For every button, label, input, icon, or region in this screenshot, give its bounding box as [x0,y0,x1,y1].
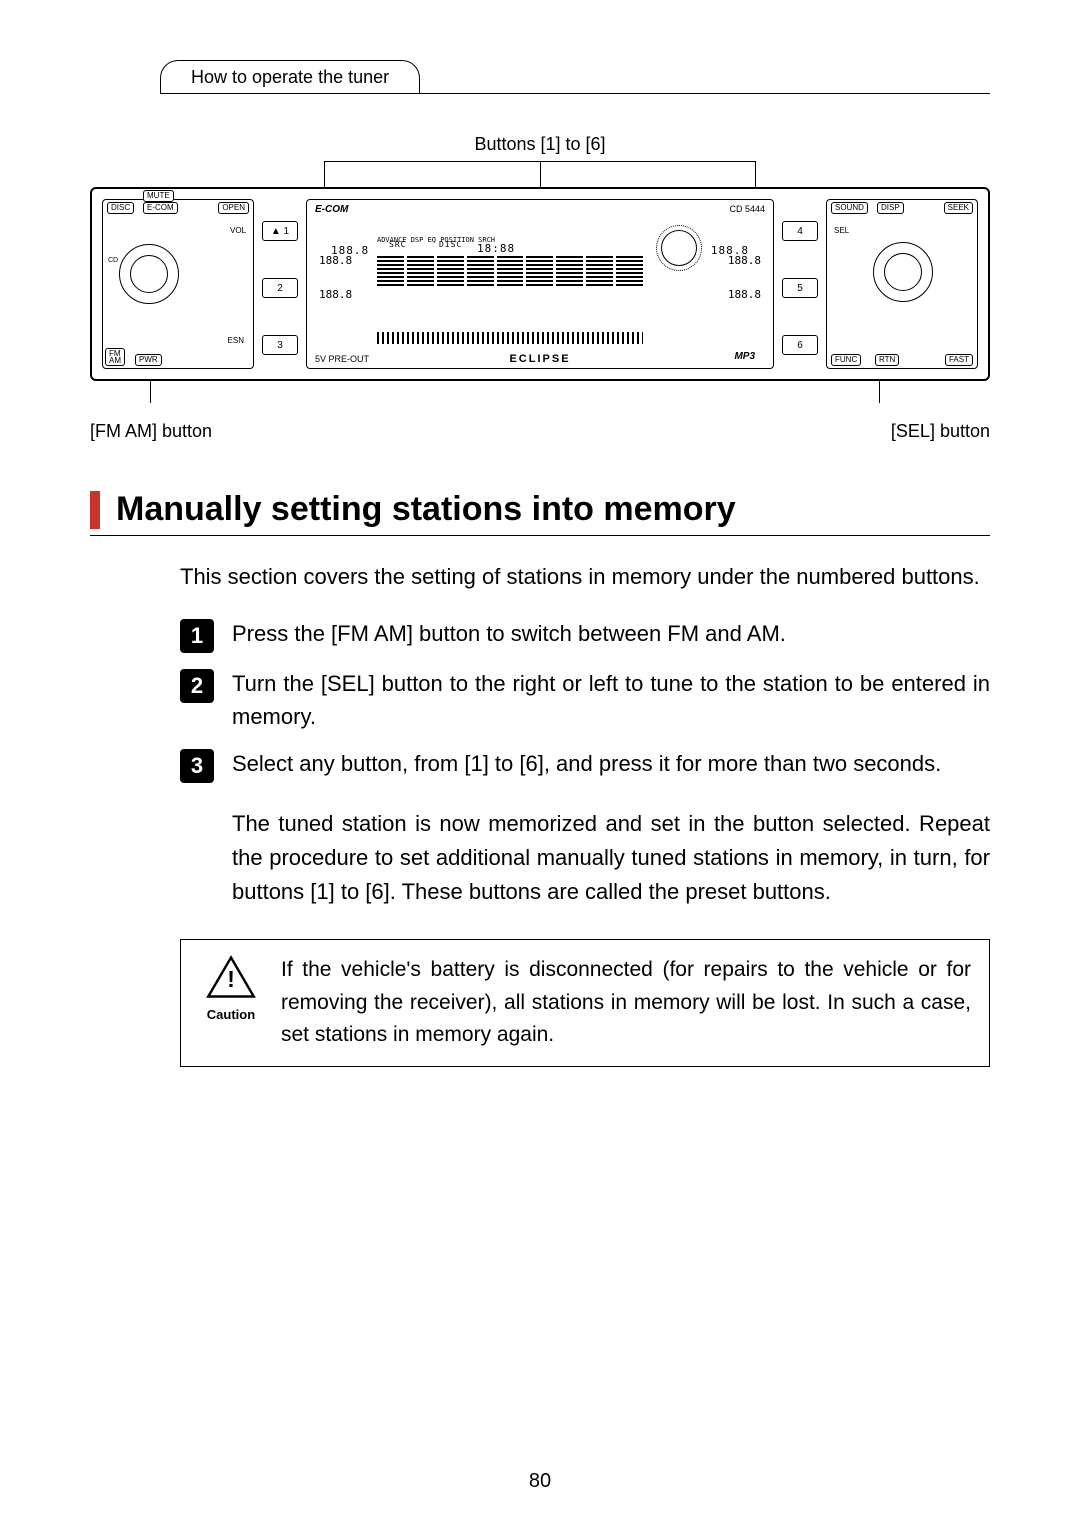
ecom-button[interactable]: E-COM [143,202,178,214]
volume-knob[interactable] [119,244,179,304]
sel-knob[interactable] [873,242,933,302]
step-1: 1 Press the [FM AM] button to switch bet… [180,617,990,653]
disp-button[interactable]: DISP [877,202,904,214]
spectrum-analyzer [377,256,643,286]
step-text-3: Select any button, from [1] to [6], and … [232,747,990,783]
open-button[interactable]: OPEN [218,202,249,214]
eclipse-logo: ECLIPSE [509,353,570,365]
brand-label: E-COM [315,204,348,215]
diagram-top-label: Buttons [1] to [6] [90,134,990,155]
result-paragraph: The tuned station is now memorized and s… [232,807,990,909]
diagram-right-label: [SEL] button [891,421,990,442]
lcd-r3: 188.8 [728,288,761,301]
step-text-1: Press the [FM AM] button to switch betwe… [232,617,990,653]
fm-am-button[interactable]: FM AM [105,348,125,366]
lcd-freq-2: 188.8 [319,254,352,267]
radio-diagram: Buttons [1] to [6] MUTE DISC E-COM OPEN … [90,134,990,442]
preset-column-right: 4 5 6 [782,199,818,369]
sound-button[interactable]: SOUND [831,202,868,214]
cd-label: CD [105,256,121,265]
preset-column-left: ▲ 1 2 3 [262,199,298,369]
lcd-tags: ADVANCE DSP EQ POSITION SRCH [377,236,495,244]
caution-label: Caution [199,1007,263,1022]
step-number-1: 1 [180,619,214,653]
mute-button[interactable]: MUTE [143,190,174,202]
sel-label: SEL [831,226,852,236]
section-intro: This section covers the setting of stati… [180,560,990,593]
section-accent-bar [90,491,100,529]
lcd-screen: E-COM CD 5444 188.8 SRC DISC 18:88 188.8… [306,199,774,369]
preset-button-2[interactable]: 2 [262,278,298,298]
seek-button[interactable]: SEEK [944,202,973,214]
section-title: Manually setting stations into memory [116,490,736,529]
lcd-r2: 188.8 [728,254,761,267]
caution-text: If the vehicle's battery is disconnected… [281,954,971,1052]
step-number-2: 2 [180,669,214,703]
preset-button-5[interactable]: 5 [782,278,818,298]
mp3-label: MP3 [734,351,755,362]
left-control-panel: MUTE DISC E-COM OPEN VOL CD ESN FM AM PW… [102,199,254,369]
rtn-button[interactable]: RTN [875,354,899,366]
diagram-left-label: [FM AM] button [90,421,212,442]
page-number: 80 [0,1470,1080,1493]
header-tab-wrap: How to operate the tuner [160,60,990,94]
preset-button-4[interactable]: 4 [782,221,818,241]
preset-button-3[interactable]: 3 [262,335,298,355]
pwr-button[interactable]: PWR [135,354,162,366]
step-3: 3 Select any button, from [1] to [6], an… [180,747,990,783]
func-button[interactable]: FUNC [831,354,861,366]
preout-label: 5V PRE-OUT [315,354,369,364]
right-control-panel: SOUND DISP SEEK SEL FUNC RTN FAST [826,199,978,369]
lcd-freq-3: 188.8 [319,288,352,301]
caution-icon: ! Caution [199,954,263,1052]
step-number-3: 3 [180,749,214,783]
model-label: CD 5444 [729,204,765,214]
disc-button[interactable]: DISC [107,202,134,214]
section-heading: Manually setting stations into memory [90,490,990,536]
caution-box: ! Caution If the vehicle's battery is di… [180,939,990,1067]
sun-icon [661,230,697,266]
car-stereo-faceplate: MUTE DISC E-COM OPEN VOL CD ESN FM AM PW… [90,187,990,381]
preset-button-1[interactable]: ▲ 1 [262,221,298,241]
preset-button-6[interactable]: 6 [782,335,818,355]
svg-text:!: ! [227,966,235,992]
step-text-2: Turn the [SEL] button to the right or le… [232,667,990,733]
step-2: 2 Turn the [SEL] button to the right or … [180,667,990,733]
vol-label: VOL [227,226,249,236]
lcd-dot-matrix [377,332,643,344]
fast-button[interactable]: FAST [945,354,973,366]
header-tab: How to operate the tuner [160,60,420,94]
esn-label: ESN [225,336,247,346]
